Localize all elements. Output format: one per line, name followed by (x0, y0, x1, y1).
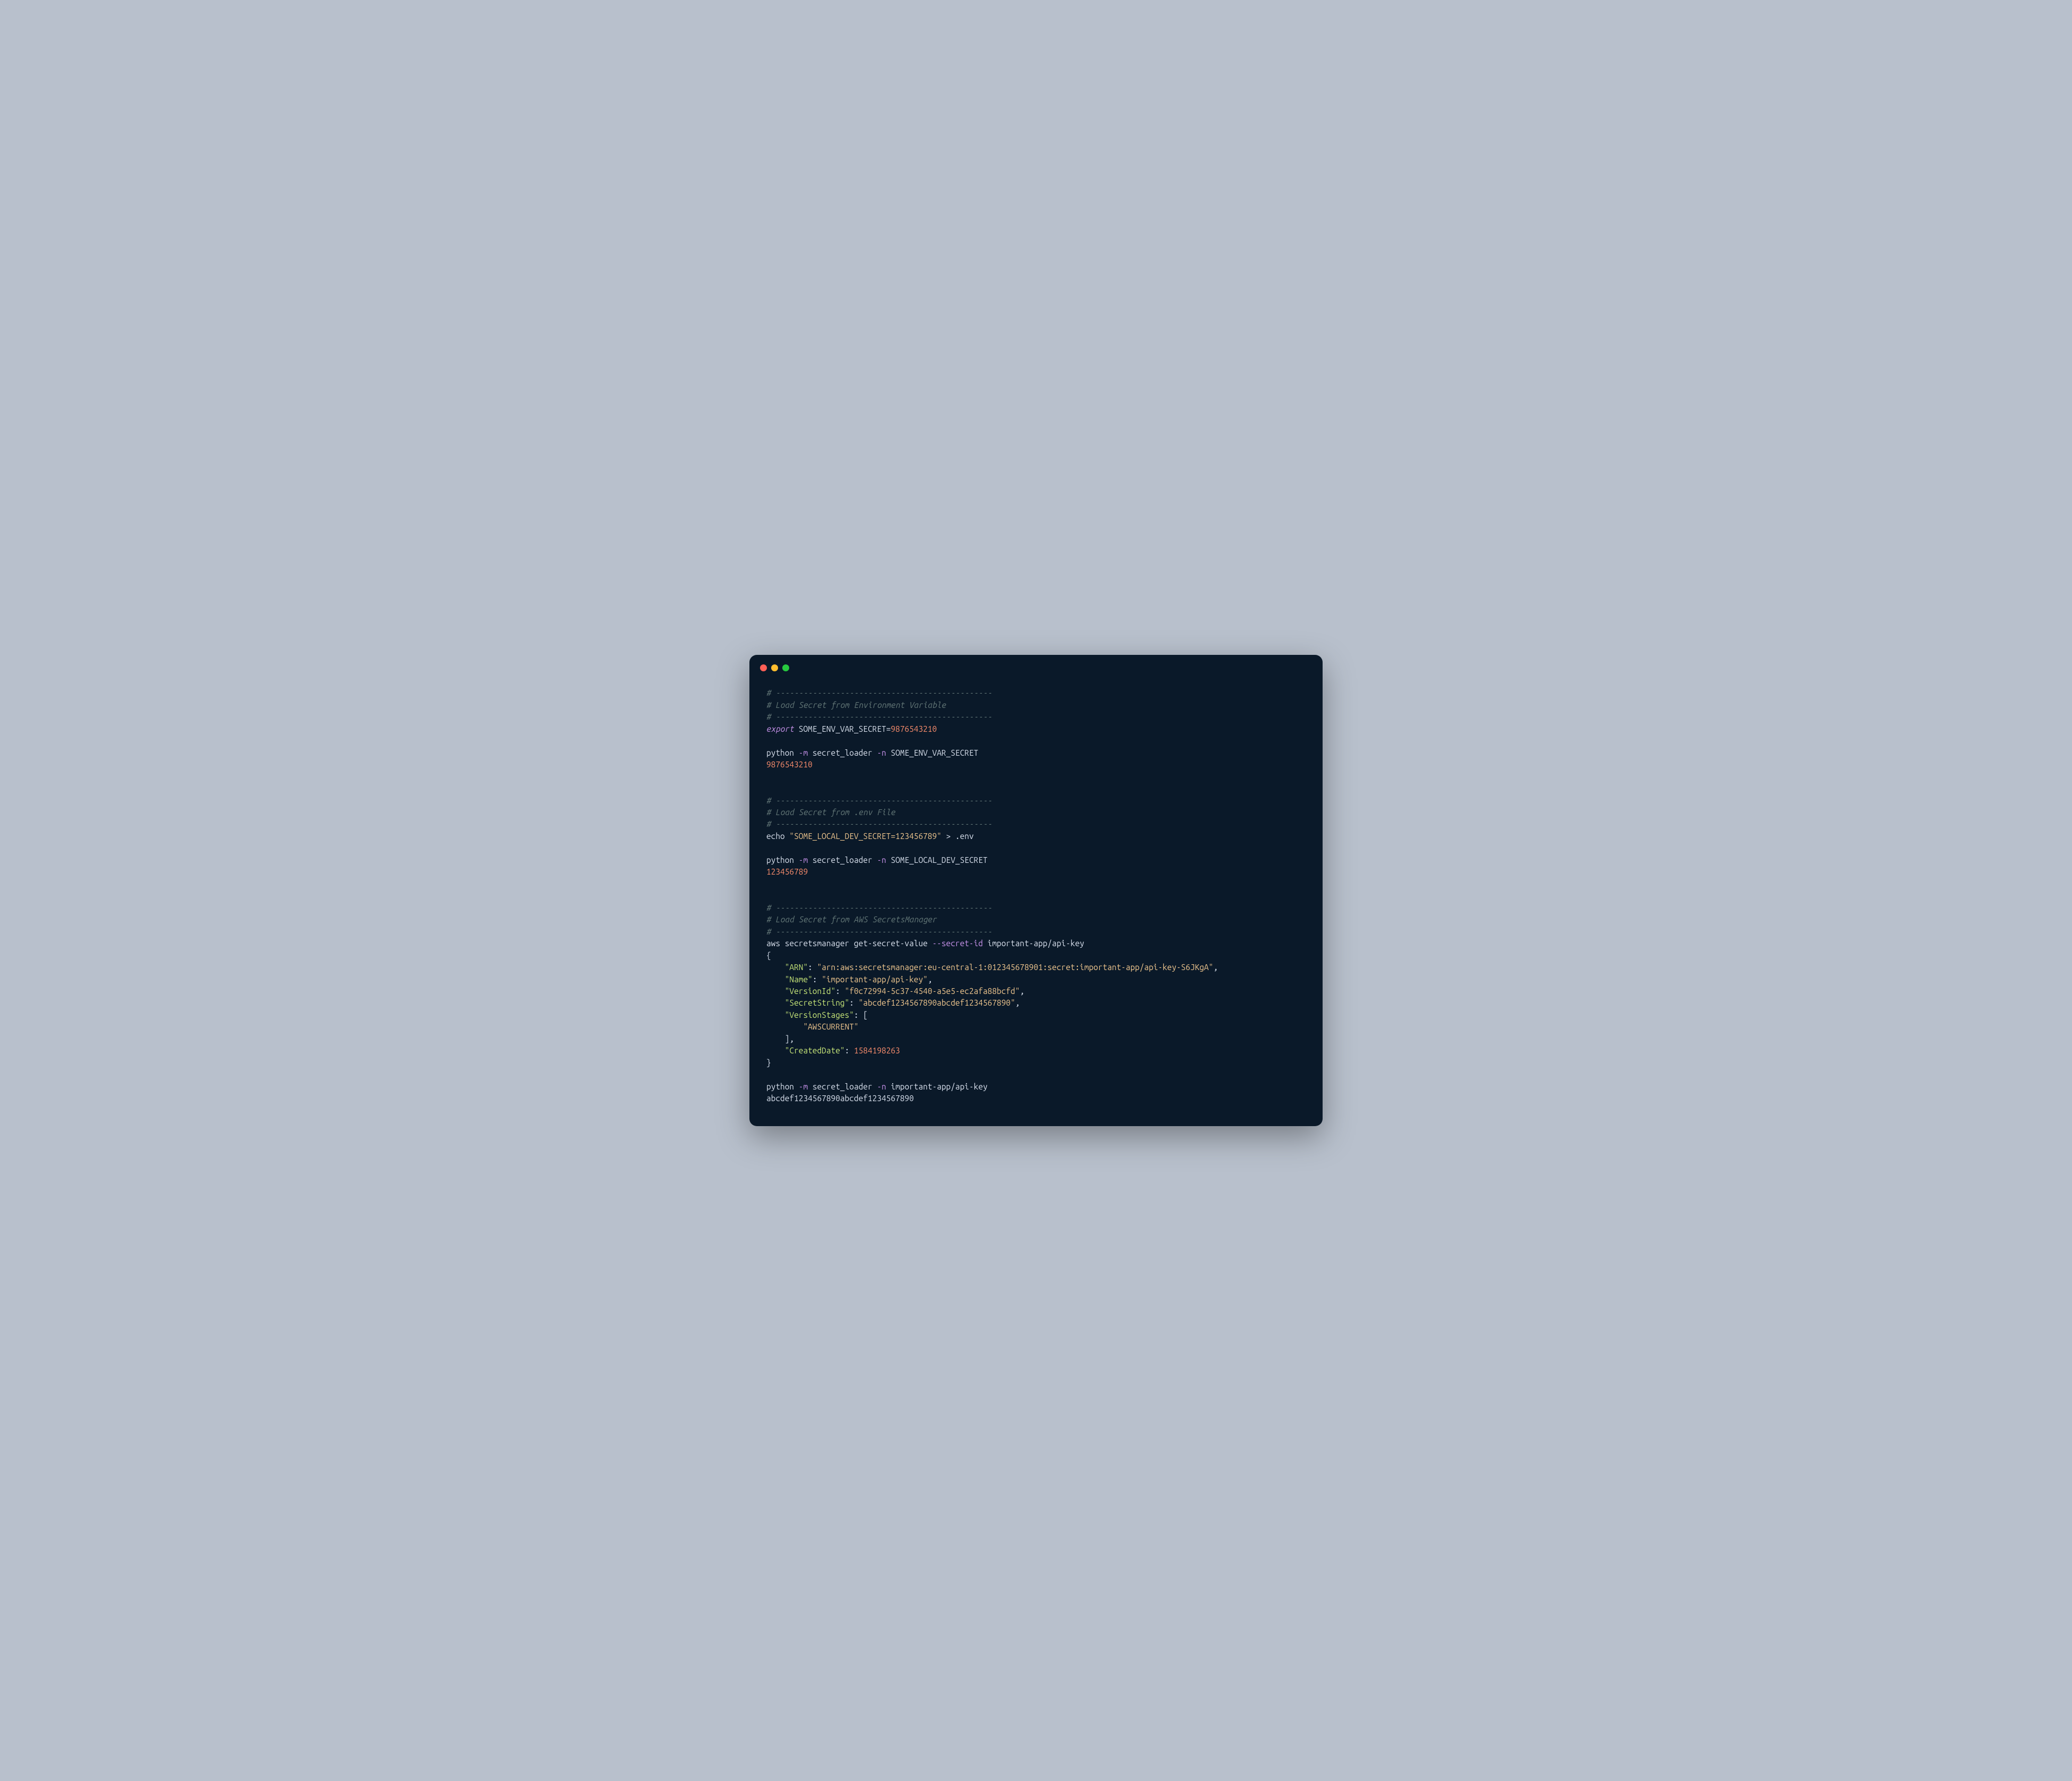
cmd-arg: important-app/api-key (983, 939, 1084, 948)
cmd-echo: echo (766, 832, 789, 841)
flag-n: -n (877, 748, 886, 757)
comment-rule: # --------------------------------------… (766, 688, 992, 697)
keyword-export: export (766, 724, 794, 733)
echo-redirect: > .env (942, 832, 974, 841)
json-colon: : (845, 1046, 854, 1055)
terminal-window: # --------------------------------------… (749, 655, 1323, 1126)
json-comma: , (1020, 987, 1024, 996)
terminal-content[interactable]: # --------------------------------------… (749, 677, 1323, 1126)
cmd-arg: SOME_ENV_VAR_SECRET (886, 748, 979, 757)
json-key-secretstring: "SecretString" (766, 998, 849, 1007)
cmd-output: 123456789 (766, 867, 808, 876)
json-key-versionid: "VersionId" (766, 987, 835, 996)
cmd-module: secret_loader (808, 855, 877, 864)
json-comma: , (928, 975, 933, 984)
json-val-createddate: 1584198263 (854, 1046, 900, 1055)
cmd-module: secret_loader (808, 748, 877, 757)
json-colon: : (813, 975, 822, 984)
cmd-output: 9876543210 (766, 760, 813, 769)
json-comma: , (1015, 998, 1020, 1007)
json-array-close: ], (766, 1034, 794, 1043)
json-val-arn: "arn:aws:secretsmanager:eu-central-1:012… (817, 963, 1213, 972)
comment-rule: # --------------------------------------… (766, 903, 992, 912)
flag-m: -m (799, 855, 808, 864)
comment-title: # Load Secret from AWS SecretsManager (766, 915, 937, 924)
cmd-python: python (766, 1082, 799, 1091)
comment-rule: # --------------------------------------… (766, 819, 992, 828)
comment-rule: # --------------------------------------… (766, 927, 992, 936)
cmd-python: python (766, 748, 799, 757)
cmd-module: secret_loader (808, 1082, 877, 1091)
json-key-versionstages: "VersionStages" (766, 1010, 854, 1019)
comment-title: # Load Secret from .env File (766, 808, 895, 817)
json-comma: , (1213, 963, 1218, 972)
json-brace: } (766, 1058, 771, 1067)
minimize-icon[interactable] (771, 664, 778, 671)
json-colon: : (808, 963, 817, 972)
json-colon: : (835, 987, 844, 996)
json-val-name: "important-app/api-key" (822, 975, 928, 984)
cmd-output: abcdef1234567890abcdef1234567890 (766, 1094, 914, 1103)
comment-title: # Load Secret from Environment Variable (766, 701, 946, 710)
echo-string: "SOME_LOCAL_DEV_SECRET=123456789" (789, 832, 941, 841)
flag-secret-id: --secret-id (932, 939, 982, 948)
cmd-arg: important-app/api-key (886, 1082, 988, 1091)
comment-rule: # --------------------------------------… (766, 796, 992, 805)
cmd-arg: SOME_LOCAL_DEV_SECRET (886, 855, 988, 864)
json-colon: : (849, 998, 858, 1007)
close-icon[interactable] (760, 664, 767, 671)
maximize-icon[interactable] (782, 664, 789, 671)
json-val-versionid: "f0c72994-5c37-4540-a5e5-ec2afa88bcfd" (845, 987, 1020, 996)
env-var-value: 9876543210 (891, 724, 937, 733)
json-val-secretstring: "abcdef1234567890abcdef1234567890" (859, 998, 1015, 1007)
json-array-open: : [ (854, 1010, 868, 1019)
cmd-aws: aws secretsmanager get-secret-value (766, 939, 932, 948)
json-key-name: "Name" (766, 975, 813, 984)
flag-n: -n (877, 1082, 886, 1091)
json-brace: { (766, 951, 771, 960)
cmd-python: python (766, 855, 799, 864)
flag-m: -m (799, 748, 808, 757)
comment-rule: # --------------------------------------… (766, 712, 992, 721)
json-key-createddate: "CreatedDate" (766, 1046, 845, 1055)
json-key-arn: "ARN" (766, 963, 808, 972)
flag-m: -m (799, 1082, 808, 1091)
titlebar (749, 655, 1323, 677)
flag-n: -n (877, 855, 886, 864)
json-array-item: "AWSCURRENT" (766, 1022, 859, 1031)
env-var-assignment: SOME_ENV_VAR_SECRET= (794, 724, 891, 733)
